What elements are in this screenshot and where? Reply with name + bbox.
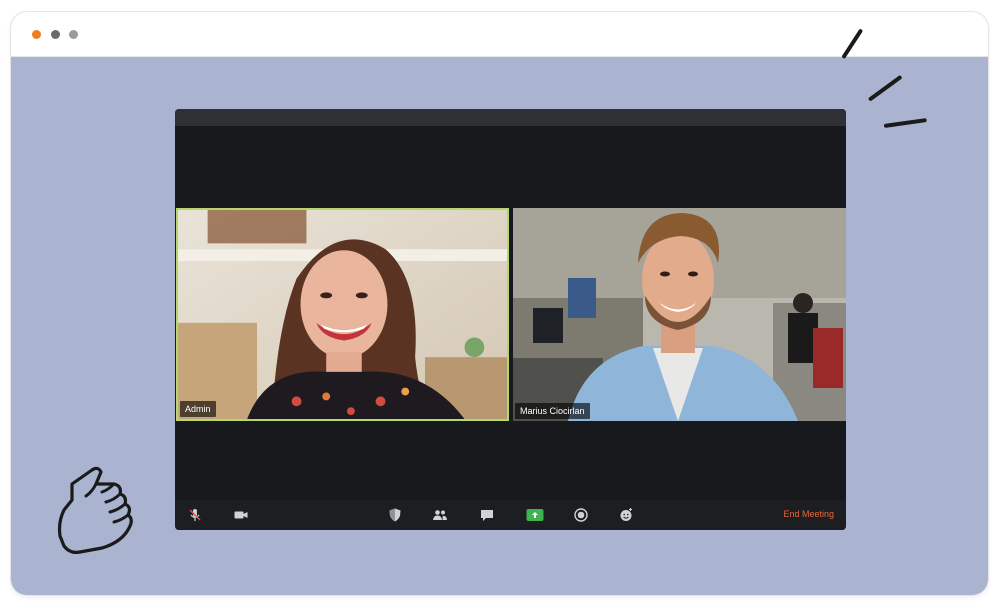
share-screen-icon[interactable] xyxy=(526,507,544,523)
window-titlebar xyxy=(11,12,988,57)
participants-icon[interactable] xyxy=(432,507,448,523)
window-maximize-dot[interactable] xyxy=(69,30,78,39)
participant-name-label: Marius Ciocirlan xyxy=(515,403,590,419)
video-call-window: Admin Marius Ciocirlan End Meeting xyxy=(175,109,846,530)
participant-video-marius xyxy=(513,208,846,421)
mute-mic-icon[interactable] xyxy=(187,507,203,523)
video-camera-icon[interactable] xyxy=(233,507,249,523)
reactions-icon[interactable] xyxy=(618,507,634,523)
call-topbar xyxy=(175,109,846,126)
participant-tile-admin[interactable]: Admin xyxy=(176,208,509,421)
participant-name-label: Admin xyxy=(180,401,216,417)
participant-video-admin xyxy=(178,210,507,419)
security-shield-icon[interactable] xyxy=(387,507,403,523)
meeting-toolbar: End Meeting xyxy=(175,500,846,530)
window-close-dot[interactable] xyxy=(32,30,41,39)
end-meeting-button[interactable]: End Meeting xyxy=(783,509,834,519)
participant-tile-marius[interactable]: Marius Ciocirlan xyxy=(513,208,846,421)
window-minimize-dot[interactable] xyxy=(51,30,60,39)
record-icon[interactable] xyxy=(573,507,589,523)
hand-pointer-icon xyxy=(57,466,133,554)
chat-icon[interactable] xyxy=(479,507,495,523)
